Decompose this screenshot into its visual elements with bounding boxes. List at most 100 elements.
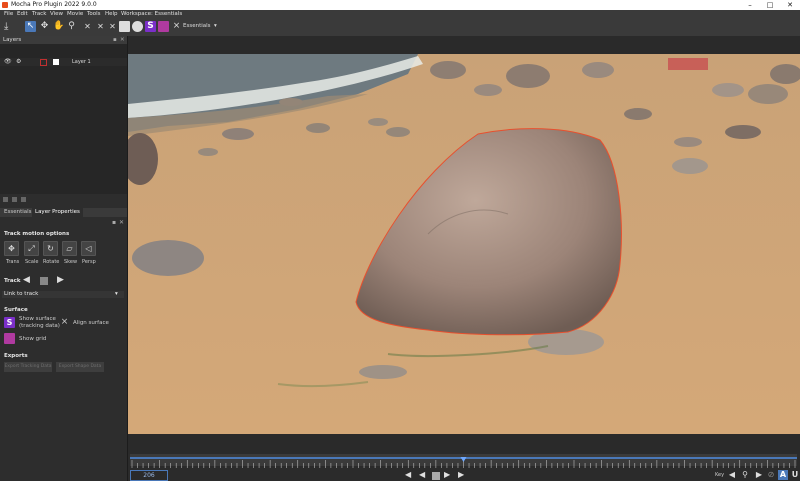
link-to-track-label: Link to track [4, 291, 39, 297]
rectangle-tool-icon[interactable] [119, 21, 130, 32]
rotate-label: Rotate [43, 259, 60, 265]
show-grid-button[interactable] [4, 333, 15, 344]
export-shape-data-button[interactable]: Export Shape Data [56, 362, 104, 372]
maximize-icon[interactable]: □ [760, 0, 780, 10]
scale-label: Scale [25, 259, 39, 265]
bezier-tool-icon[interactable]: ✕ [95, 21, 106, 32]
keyframe-icon[interactable]: ⚲ [740, 470, 750, 480]
layer-name[interactable]: Layer 1 [72, 58, 91, 66]
workspace-label: Essentials [183, 23, 211, 29]
folder-icon[interactable] [3, 197, 8, 202]
scale-button[interactable]: ⤢ [24, 241, 39, 256]
align-surface-icon[interactable]: ⨯ [171, 21, 182, 32]
current-frame-field[interactable]: 206 [130, 470, 168, 481]
trans-label: Trans [6, 259, 20, 265]
clip-viewer[interactable] [128, 54, 800, 434]
menu-tools[interactable]: Tools [87, 10, 101, 19]
auto-key-icon[interactable]: A [778, 470, 788, 480]
tab-layer-properties[interactable]: Layer Properties [32, 208, 83, 217]
playhead-marker[interactable] [460, 457, 467, 462]
zoom-tool-icon[interactable]: ⚲ [66, 21, 77, 32]
close-icon[interactable]: ✕ [780, 0, 800, 10]
menu-help[interactable]: Help [105, 10, 118, 19]
persp-label: Persp [82, 259, 96, 265]
show-surface-label: Show surface [19, 316, 56, 322]
viewer-bottom-bar [128, 434, 800, 454]
trash-icon[interactable] [21, 197, 26, 202]
add-point-tool-icon[interactable]: ✕ [107, 21, 118, 32]
layer-actions [0, 196, 127, 204]
layer-matte-icon[interactable] [53, 59, 59, 65]
export-tracking-data-button[interactable]: Export Tracking Data [4, 362, 52, 372]
link-to-track-dropdown[interactable]: Link to track ▾ [2, 291, 124, 298]
menu-file[interactable]: File [4, 10, 13, 19]
menu-bar: File Edit Track View Movie Tools Help Wo… [0, 10, 800, 19]
stop-icon[interactable] [432, 472, 440, 480]
show-surface-sublabel: (tracking data) [19, 323, 60, 329]
layer-visibility-icon[interactable]: 👁 [4, 59, 12, 65]
layer-row[interactable]: 👁 ⚙ Layer 1 [0, 58, 127, 66]
viewer-top-bar [128, 36, 800, 54]
align-surface-button[interactable]: ⨯ [59, 317, 70, 328]
timeline-ruler[interactable] [130, 454, 797, 468]
layers-panel-header: Layers ▪ ✕ [0, 36, 127, 44]
persp-button[interactable]: ◁ [81, 241, 96, 256]
beach-scene-image [128, 54, 800, 434]
align-surface-label: Align surface [73, 320, 109, 326]
show-grid-label: Show grid [19, 336, 47, 342]
menu-track[interactable]: Track [32, 10, 46, 19]
track-motion-title: Track motion options [4, 231, 70, 237]
layer-color-swatch-icon[interactable] [40, 59, 47, 66]
menu-movie[interactable]: Movie [67, 10, 83, 19]
grid-toggle-icon[interactable] [158, 21, 169, 32]
toolbar: ⤓ ↖ ✥ ✋ ⚲ ✕ ✕ ✕ S ⨯ [0, 19, 800, 37]
pin-icon[interactable]: ▪ [112, 219, 116, 226]
uberkey-icon[interactable]: U [790, 470, 800, 480]
skew-label: Skew [64, 259, 78, 265]
key-label: Key [715, 472, 725, 478]
surface-title: Surface [4, 307, 28, 313]
delete-key-icon[interactable]: ⊘ [766, 470, 776, 480]
panel-close-icon[interactable]: ✕ [120, 36, 125, 44]
layers-list [0, 44, 127, 194]
persp-icon: ◁ [85, 244, 92, 253]
stop-track-icon[interactable] [40, 277, 48, 285]
rotate-icon: ↻ [47, 244, 54, 253]
transform-tool-icon[interactable]: ✥ [39, 21, 50, 32]
skew-button[interactable]: ▱ [62, 241, 77, 256]
hand-tool-icon[interactable]: ✋ [53, 21, 64, 32]
ellipse-tool-icon[interactable] [132, 21, 143, 32]
tab-essentials[interactable]: Essentials [1, 208, 35, 217]
play-forward-icon[interactable]: ▶ [444, 470, 450, 480]
panel-close-icon[interactable]: ✕ [119, 219, 124, 226]
chevron-down-icon: ▾ [115, 291, 118, 297]
trans-button[interactable]: ✥ [4, 241, 19, 256]
prev-key-icon[interactable]: ◀ [727, 470, 737, 480]
scale-icon: ⤢ [28, 244, 35, 253]
menu-view[interactable]: View [50, 10, 63, 19]
workspace-dropdown[interactable]: Essentials ▾ [183, 22, 221, 31]
app-logo-icon [2, 2, 8, 8]
layer-gear-icon[interactable]: ⚙ [16, 59, 22, 65]
xspline-tool-icon[interactable]: ✕ [82, 21, 93, 32]
surface-toggle-icon[interactable]: S [145, 21, 156, 32]
rotate-button[interactable]: ↻ [43, 241, 58, 256]
track-forward-icon[interactable]: ▶ [57, 276, 64, 285]
play-backward-icon[interactable]: ◀ [419, 470, 425, 480]
properties-tabs: Essentials Layer Properties [0, 208, 127, 217]
step-forward-icon[interactable]: ▶ [458, 470, 464, 480]
menu-workspace[interactable]: Workspace: Essentials [121, 10, 182, 19]
next-key-icon[interactable]: ▶ [754, 470, 764, 480]
step-back-icon[interactable]: ◀ [405, 470, 411, 480]
show-surface-button[interactable]: S [4, 317, 15, 328]
track-backward-icon[interactable]: ◀ [23, 276, 30, 285]
pin-icon[interactable]: ▪ [113, 36, 117, 44]
trans-icon: ✥ [8, 244, 15, 253]
minimize-icon[interactable]: – [740, 0, 760, 10]
track-label: Track [4, 278, 21, 284]
title-bar: Mocha Pro Plugin 2022 9.0.0 – □ ✕ [0, 0, 800, 10]
select-tool-icon[interactable]: ↖ [25, 21, 36, 32]
menu-edit[interactable]: Edit [17, 10, 28, 19]
duplicate-icon[interactable] [12, 197, 17, 202]
save-icon[interactable]: ⤓ [4, 21, 15, 32]
